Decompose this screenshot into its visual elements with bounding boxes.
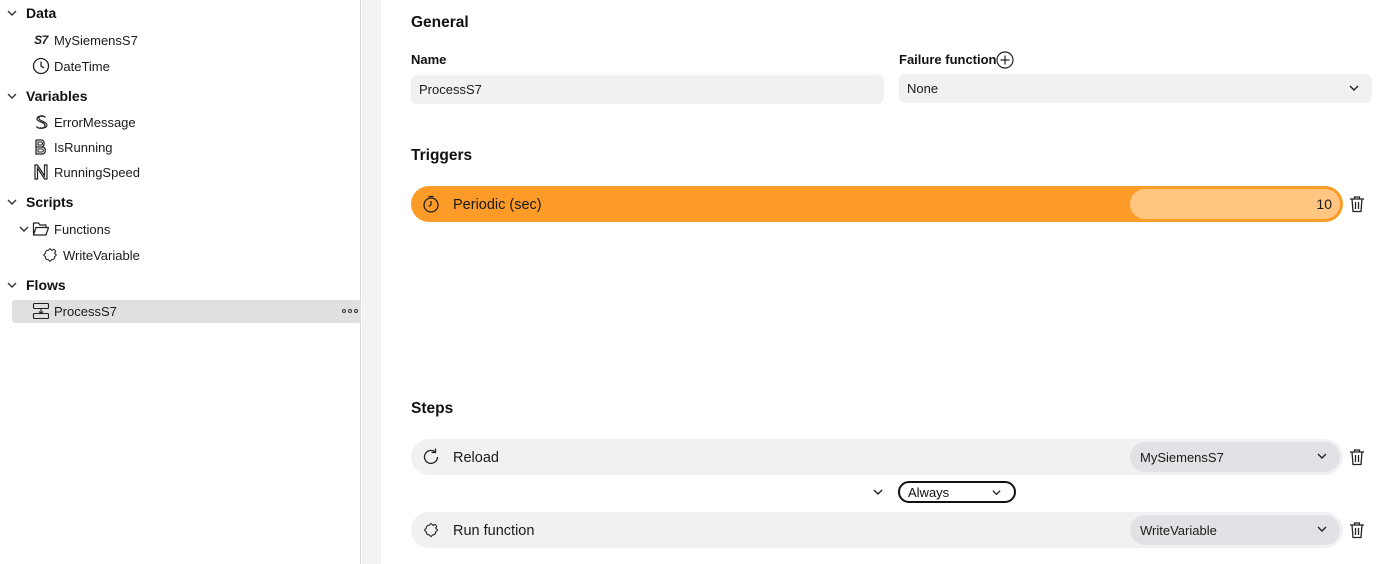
- number-n-icon: [31, 162, 51, 182]
- section-variables[interactable]: Variables: [5, 84, 88, 108]
- more-options-icon[interactable]: [342, 305, 358, 317]
- tree-item-label: WriteVariable: [63, 247, 140, 263]
- tree-folder-functions[interactable]: Functions: [17, 217, 110, 241]
- section-scripts[interactable]: Scripts: [5, 190, 73, 214]
- trash-icon[interactable]: [1348, 195, 1366, 213]
- tree-item-isrunning[interactable]: IsRunning: [31, 135, 113, 159]
- trash-icon[interactable]: [1348, 521, 1366, 539]
- s7-icon: S7: [34, 33, 48, 47]
- tree-item-datetime[interactable]: DateTime: [31, 54, 110, 78]
- collapse-chevron-icon[interactable]: [872, 486, 884, 498]
- chevron-down-icon: [1349, 85, 1359, 91]
- section-title-triggers: Triggers: [411, 147, 473, 164]
- step-condition-value: Always: [908, 484, 950, 500]
- project-tree-sidebar: Data S7 MySiemensS7 DateTime Variables E…: [0, 0, 361, 564]
- step-label: Run function: [453, 523, 535, 539]
- chevron-down-icon[interactable]: [5, 278, 19, 292]
- chevron-down-icon: [1317, 526, 1327, 532]
- chevron-down-icon: [1317, 453, 1327, 459]
- step-target-select[interactable]: WriteVariable: [1130, 515, 1340, 545]
- section-label: Variables: [26, 88, 88, 104]
- step-target-select[interactable]: MySiemensS7: [1130, 442, 1340, 472]
- tree-item-label: DateTime: [54, 58, 110, 74]
- chevron-down-icon[interactable]: [5, 89, 19, 103]
- failure-function-label: Failure function: [899, 52, 997, 67]
- step-label: Reload: [453, 450, 499, 466]
- tree-item-writevariable[interactable]: WriteVariable: [40, 243, 140, 267]
- function-puzzle-icon: [40, 245, 60, 265]
- folder-icon: [31, 219, 51, 239]
- tree-item-label: ErrorMessage: [54, 114, 136, 130]
- stopwatch-icon: [423, 195, 439, 213]
- section-label: Data: [26, 5, 57, 21]
- trigger-interval-input[interactable]: 10: [1130, 189, 1340, 219]
- flow-editor: General Name ProcessS7 Failure function …: [381, 0, 1385, 564]
- function-puzzle-icon: [423, 522, 439, 538]
- tree-item-label: MySiemensS7: [54, 32, 138, 48]
- clock-icon: [31, 56, 51, 76]
- tree-item-errormessage[interactable]: ErrorMessage: [31, 110, 136, 134]
- name-input[interactable]: ProcessS7: [411, 75, 884, 104]
- trash-icon[interactable]: [1348, 448, 1366, 466]
- section-label: Scripts: [26, 194, 74, 210]
- tree-item-label: IsRunning: [54, 139, 113, 155]
- add-failure-function-icon[interactable]: [996, 51, 1014, 69]
- step-target-value: MySiemensS7: [1140, 449, 1224, 465]
- chevron-down-icon[interactable]: [17, 222, 31, 236]
- chevron-down-icon: [992, 490, 1001, 496]
- failure-function-select[interactable]: None: [899, 74, 1372, 103]
- section-data[interactable]: Data: [5, 1, 56, 25]
- tree-item-runningspeed[interactable]: RunningSpeed: [31, 160, 140, 184]
- section-title-general: General: [411, 14, 469, 31]
- panel-divider[interactable]: [362, 0, 381, 564]
- step-target-value: WriteVariable: [1140, 522, 1217, 538]
- trigger-label: Periodic (sec): [453, 197, 542, 213]
- tree-item-label: Functions: [54, 221, 111, 237]
- section-label: Flows: [26, 277, 66, 293]
- flow-icon: [31, 301, 51, 321]
- tree-item-mysiemenss7[interactable]: S7 MySiemensS7: [31, 28, 138, 52]
- tree-item-label: RunningSpeed: [54, 164, 141, 180]
- boolean-b-icon: [31, 137, 51, 157]
- failure-function-value: None: [907, 81, 939, 96]
- tree-item-label: ProcessS7: [54, 303, 117, 319]
- string-s-icon: [31, 112, 51, 132]
- chevron-down-icon[interactable]: [5, 195, 19, 209]
- section-flows[interactable]: Flows: [5, 273, 66, 297]
- section-title-steps: Steps: [411, 400, 454, 417]
- step-condition-select[interactable]: Always: [898, 481, 1016, 503]
- chevron-down-icon[interactable]: [5, 6, 19, 20]
- name-label: Name: [411, 52, 447, 67]
- reload-icon: [423, 448, 439, 465]
- tree-item-processs7[interactable]: ProcessS7: [31, 299, 117, 323]
